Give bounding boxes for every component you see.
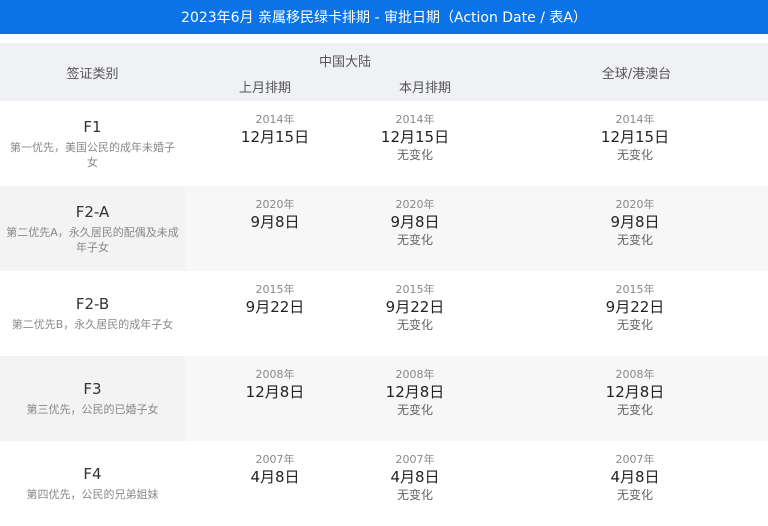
date-month-day: 9月8日 <box>390 213 440 231</box>
change-status: 无变化 <box>616 488 653 502</box>
table-header: 签证类别 中国大陆 上月排期 本月排期 全球/港澳台 <box>0 43 768 101</box>
header-prev-month: 上月排期 <box>238 81 291 96</box>
change-status: 无变化 <box>396 318 433 332</box>
date-month-day: 4月8日 <box>390 468 440 486</box>
table-row: F2-A 第二优先A，永久居民的配偶及未成年子女 2020年 9月8日 2020… <box>0 186 768 271</box>
table-row: F2-B 第二优先B，永久居民的成年子女 2015年 9月22日 2015年 9… <box>0 271 768 356</box>
global-date-cell: 2008年 12月8日 无变化 <box>545 368 725 418</box>
date-month-day: 9月22日 <box>385 298 445 316</box>
change-status: 无变化 <box>616 148 653 162</box>
global-date-cell: 2007年 4月8日 无变化 <box>545 453 725 503</box>
category-desc: 第一优先，美国公民的成年未婚子女 <box>10 140 175 169</box>
category-desc: 第二优先A，永久居民的配偶及未成年子女 <box>6 225 179 254</box>
date-year: 2008年 <box>615 368 655 381</box>
header-category: 签证类别 <box>66 66 119 82</box>
spacer <box>0 34 768 43</box>
date-year: 2020年 <box>395 198 435 211</box>
date-month-day: 9月22日 <box>605 298 665 316</box>
change-status: 无变化 <box>396 148 433 162</box>
date-year: 2015年 <box>395 283 435 296</box>
date-year: 2014年 <box>615 113 655 126</box>
table-row: F1 第一优先，美国公民的成年未婚子女 2014年 12月15日 2014年 1… <box>0 101 768 186</box>
change-status: 无变化 <box>616 403 653 417</box>
category-desc: 第二优先B，永久居民的成年子女 <box>11 318 174 331</box>
date-month-day: 4月8日 <box>610 468 660 486</box>
category-cell: F1 第一优先，美国公民的成年未婚子女 <box>0 101 185 186</box>
category-cell: F4 第四优先，公民的兄弟姐妹 <box>0 441 185 526</box>
date-year: 2007年 <box>395 453 435 466</box>
cur-date-cell: 2008年 12月8日 无变化 <box>325 368 505 418</box>
category-code: F2-B <box>75 295 110 313</box>
date-month-day: 12月8日 <box>605 383 665 401</box>
date-month-day: 12月8日 <box>385 383 445 401</box>
category-code: F4 <box>83 465 102 483</box>
date-year: 2008年 <box>395 368 435 381</box>
cur-date-cell: 2014年 12月15日 无变化 <box>325 113 505 163</box>
table-row: F3 第三优先，公民的已婚子女 2008年 12月8日 2008年 12月8日 … <box>0 356 768 441</box>
header-cur-month: 本月排期 <box>398 81 451 96</box>
date-month-day: 9月8日 <box>610 213 660 231</box>
date-year: 2015年 <box>615 283 655 296</box>
category-code: F1 <box>83 117 102 136</box>
category-desc: 第四优先，公民的兄弟姐妹 <box>26 488 159 501</box>
table-body: F1 第一优先，美国公民的成年未婚子女 2014年 12月15日 2014年 1… <box>0 101 768 526</box>
date-month-day: 12月15日 <box>600 128 670 146</box>
change-status: 无变化 <box>616 233 653 247</box>
cur-date-cell: 2007年 4月8日 无变化 <box>325 453 505 503</box>
category-code: F2-A <box>75 202 110 221</box>
change-status: 无变化 <box>616 318 653 332</box>
header-global: 全球/港澳台 <box>601 66 672 82</box>
cur-date-cell: 2020年 9月8日 无变化 <box>325 198 505 248</box>
category-cell: F3 第三优先，公民的已婚子女 <box>0 356 185 441</box>
category-cell: F2-B 第二优先B，永久居民的成年子女 <box>0 271 185 356</box>
global-date-cell: 2020年 9月8日 无变化 <box>545 198 725 248</box>
header-china: 中国大陆 <box>318 55 371 70</box>
date-year: 2007年 <box>615 453 655 466</box>
change-status: 无变化 <box>396 403 433 417</box>
global-date-cell: 2014年 12月15日 无变化 <box>545 113 725 163</box>
cur-date-cell: 2015年 9月22日 无变化 <box>325 283 505 333</box>
global-date-cell: 2015年 9月22日 无变化 <box>545 283 725 333</box>
date-year: 2020年 <box>615 198 655 211</box>
category-code: F3 <box>83 380 102 398</box>
change-status: 无变化 <box>396 488 433 502</box>
date-year: 2014年 <box>395 113 435 126</box>
page-title: 2023年6月 亲属移民绿卡排期 - 审批日期（Action Date / 表A… <box>0 0 768 34</box>
date-month-day: 12月15日 <box>380 128 450 146</box>
category-cell: F2-A 第二优先A，永久居民的配偶及未成年子女 <box>0 186 185 271</box>
change-status: 无变化 <box>396 233 433 247</box>
table-row: F4 第四优先，公民的兄弟姐妹 2007年 4月8日 2007年 4月8日 无变… <box>0 441 768 526</box>
category-desc: 第三优先，公民的已婚子女 <box>26 403 159 416</box>
